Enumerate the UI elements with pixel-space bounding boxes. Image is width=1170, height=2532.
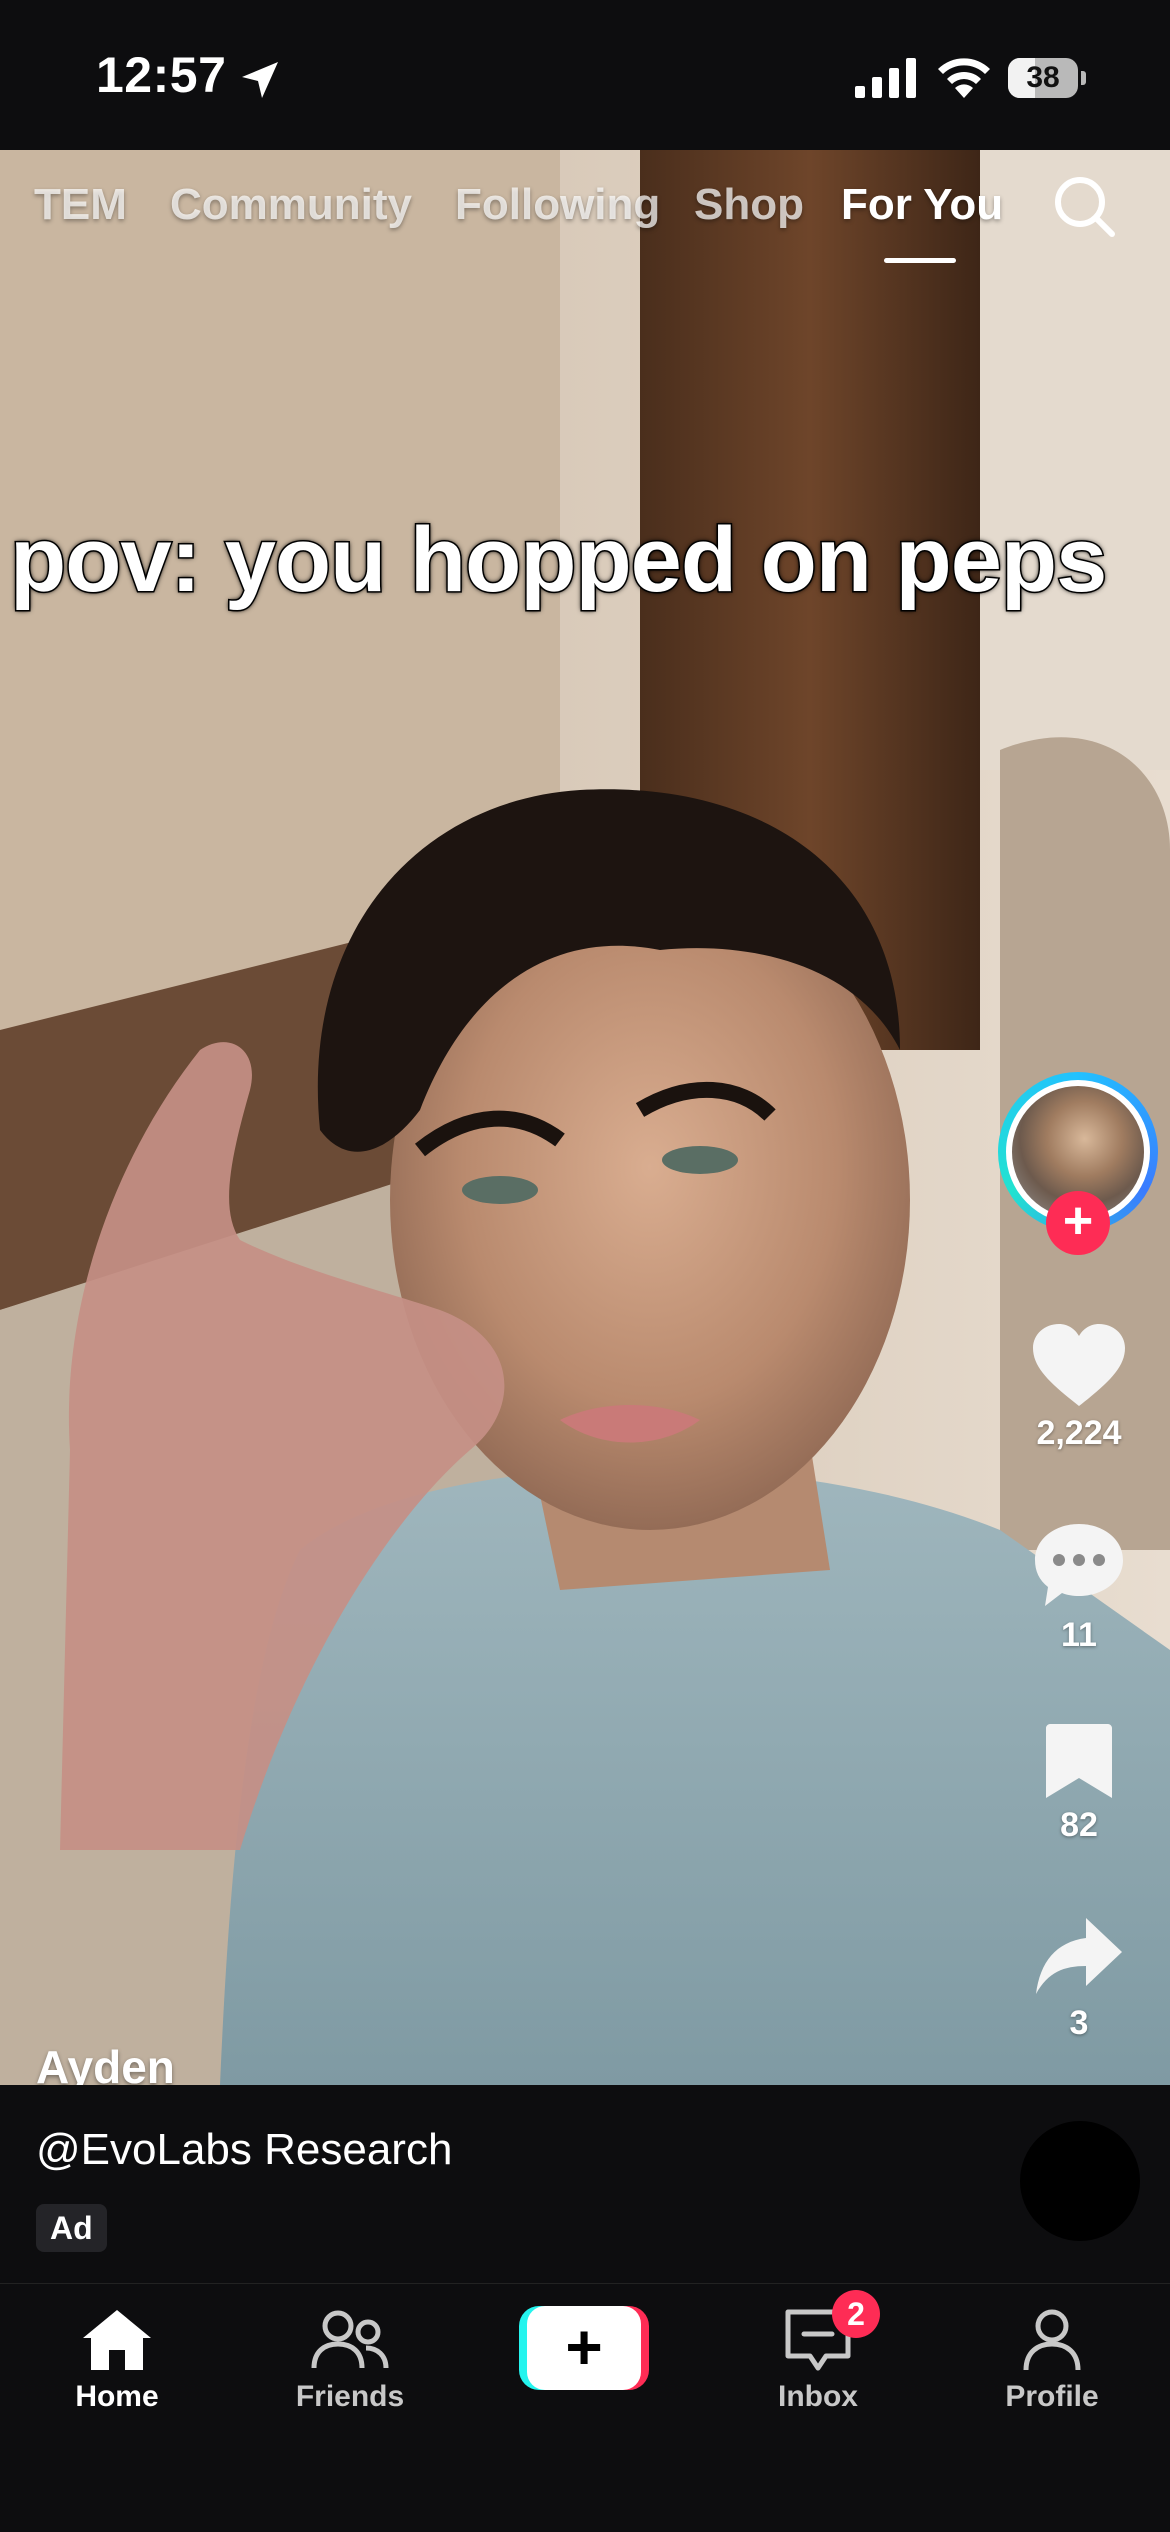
like-button[interactable]: 2,224 [1020,1322,1138,1453]
active-tab-indicator [884,258,956,263]
comment-button[interactable]: 11 [1020,1520,1138,1655]
heart-icon [1033,1324,1125,1406]
music-disc[interactable] [1020,2121,1140,2241]
ad-info-panel: @EvoLabs Research Ad [0,2085,1170,2283]
nav-home-label: Home [75,2380,159,2413]
wifi-icon [938,58,990,98]
battery-icon: 38 [1008,58,1086,98]
save-button[interactable]: 82 [1020,1722,1138,1845]
create-button[interactable]: + [519,2306,649,2390]
tab-following[interactable]: Following [455,180,660,230]
video-frame-illustration [0,150,1170,2085]
profile-icon [1023,2309,1081,2371]
video-player[interactable] [0,150,1170,2085]
nav-home[interactable]: Home [27,2308,207,2414]
friends-icon [311,2310,389,2369]
share-button[interactable]: 3 [1020,1914,1138,2043]
share-icon [1036,1918,1122,1994]
ad-badge: Ad [36,2204,107,2252]
tiktok-feed-screen: 12:57 38 TEM Community Following Shop Fo… [0,0,1170,2532]
tab-shop[interactable]: Shop [694,180,804,230]
share-count: 3 [1069,2004,1089,2042]
comment-icon [1035,1524,1123,1606]
tab-for-you[interactable]: For You [841,180,1003,230]
nav-inbox[interactable]: Inbox [728,2308,908,2414]
tab-community[interactable]: Community [170,180,412,230]
like-count: 2,224 [1036,1414,1122,1452]
tab-stem[interactable]: TEM [34,180,127,230]
battery-level: 38 [1026,61,1060,94]
nav-friends-label: Friends [295,2380,405,2413]
nav-inbox-label: Inbox [778,2380,858,2413]
signal-icon [855,58,916,98]
nav-profile[interactable]: Profile [962,2308,1142,2414]
save-count: 82 [1060,1806,1098,1844]
create-plus: + [527,2306,641,2390]
bookmark-icon [1046,1724,1112,1798]
comment-count: 11 [1061,1616,1097,1654]
feed-tabs: TEM Community Following Shop For You [0,170,1170,270]
inbox-notification-badge: 2 [832,2290,880,2338]
follow-button[interactable]: + [1046,1191,1110,1255]
location-arrow-icon [242,62,278,98]
status-bar: 12:57 38 [0,0,1170,150]
search-icon[interactable] [1050,172,1120,242]
home-icon [83,2310,151,2370]
nav-friends[interactable]: Friends [260,2308,440,2414]
nav-profile-label: Profile [1005,2380,1099,2413]
ad-account-handle[interactable]: @EvoLabs Research [36,2125,452,2175]
status-time: 12:57 [96,47,227,103]
video-caption-overlay: pov: you hopped on peps [8,508,1108,613]
